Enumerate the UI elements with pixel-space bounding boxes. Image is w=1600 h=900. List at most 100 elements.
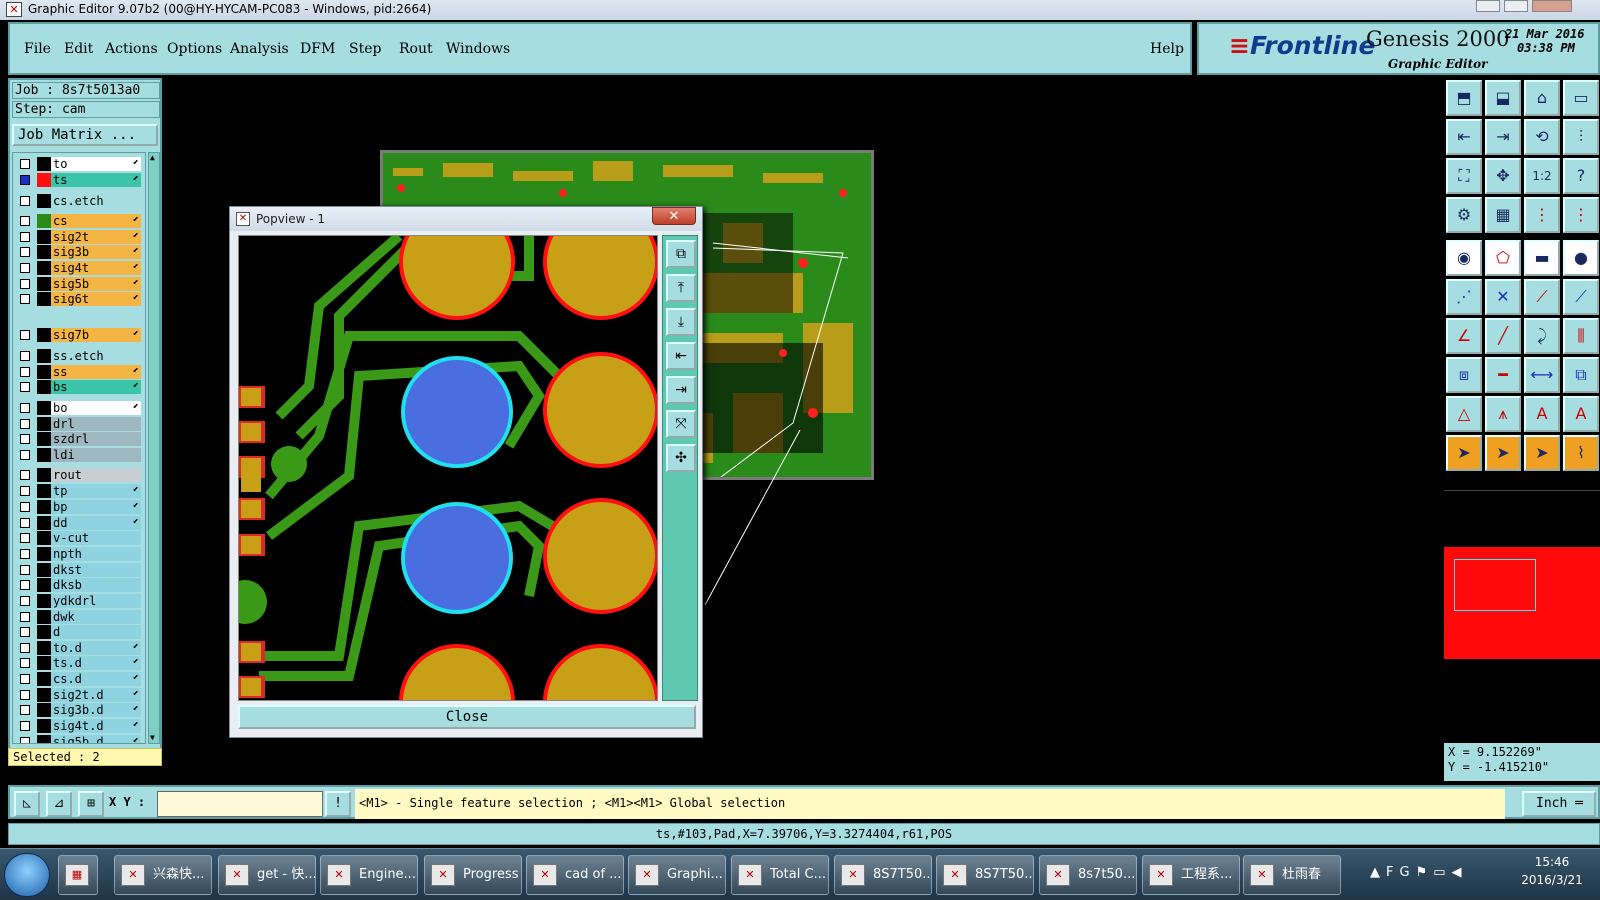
layer-name[interactable]: to.d: [51, 641, 141, 655]
tool-route-icon[interactable]: ⌇: [1563, 435, 1599, 471]
pan-up-icon[interactable]: ⤒: [666, 274, 696, 302]
layer-affected-icon[interactable]: [37, 292, 51, 306]
layer-name[interactable]: sig2t: [51, 230, 141, 244]
tool-pad-icon[interactable]: ◉: [1446, 240, 1482, 276]
tool-dot-icon[interactable]: ●: [1563, 240, 1599, 276]
layer-checkbox[interactable]: [20, 565, 30, 575]
tool-snap-icon[interactable]: ⫶: [1563, 119, 1599, 155]
menu-windows[interactable]: Windows: [446, 41, 510, 57]
layer-name[interactable]: dkst: [51, 563, 141, 577]
layer-checkbox[interactable]: [20, 674, 30, 684]
taskbar-item[interactable]: ✕ Progress: [424, 855, 522, 895]
layer-name[interactable]: cs: [51, 214, 141, 228]
tool-net2-icon[interactable]: ⋮: [1563, 197, 1599, 233]
layer-affected-icon[interactable]: [37, 547, 51, 561]
pan-left-icon[interactable]: ⇤: [666, 342, 696, 370]
xy-input[interactable]: [157, 791, 323, 817]
layer-name[interactable]: sig5b: [51, 277, 141, 291]
pan-right-icon[interactable]: ⇥: [666, 376, 696, 404]
layer-row[interactable]: ss ⬋: [13, 365, 143, 379]
tool-settings-icon[interactable]: ⚙: [1446, 197, 1482, 233]
layer-row[interactable]: d: [13, 625, 143, 639]
layer-checkbox[interactable]: [20, 382, 30, 392]
layer-row[interactable]: bs ⬋: [13, 380, 143, 394]
layer-name[interactable]: ldi: [51, 448, 141, 462]
layer-affected-icon[interactable]: [37, 261, 51, 275]
tray-flag-icon[interactable]: ⚑: [1416, 865, 1434, 880]
zoom-in-icon[interactable]: ⤧: [666, 410, 696, 438]
layer-affected-icon[interactable]: [37, 194, 51, 208]
layer-name[interactable]: sig4t.d: [51, 719, 141, 733]
layer-row[interactable]: v-cut: [13, 531, 143, 545]
alert-icon[interactable]: !: [325, 791, 351, 817]
layer-row[interactable]: ydkdrl: [13, 594, 143, 608]
tool-window-icon[interactable]: ▭: [1563, 80, 1599, 116]
layer-checkbox[interactable]: [20, 216, 30, 226]
layer-checkbox[interactable]: [20, 330, 30, 340]
layer-name[interactable]: sig6t: [51, 292, 141, 306]
angle-mode-icon[interactable]: ⊿: [46, 791, 72, 817]
layer-affected-icon[interactable]: [37, 563, 51, 577]
taskbar-item[interactable]: ✕ get - 快...: [218, 855, 316, 895]
layer-checkbox[interactable]: [20, 367, 30, 377]
layer-affected-icon[interactable]: [37, 328, 51, 342]
layer-checkbox[interactable]: [20, 580, 30, 590]
layer-row[interactable]: to.d ⬋: [13, 641, 143, 655]
tool-select2-icon[interactable]: ➤: [1485, 435, 1521, 471]
start-button[interactable]: [4, 853, 50, 897]
taskbar-item[interactable]: ✕ Graphi...: [628, 855, 726, 895]
layer-row[interactable]: sig3b.d ⬋: [13, 703, 143, 717]
layer-affected-icon[interactable]: [37, 594, 51, 608]
job-matrix-button[interactable]: Job Matrix ...: [12, 124, 158, 146]
layer-name[interactable]: dksb: [51, 578, 141, 592]
layer-row[interactable]: sig5b.d ⬋: [13, 735, 143, 743]
layer-checkbox[interactable]: [20, 419, 30, 429]
tool-cross-icon[interactable]: ✕: [1485, 279, 1521, 315]
layer-checkbox[interactable]: [20, 627, 30, 637]
layer-name[interactable]: to: [51, 157, 141, 171]
layer-checkbox[interactable]: [20, 450, 30, 460]
menu-analysis[interactable]: Analysis: [230, 41, 289, 57]
layer-affected-icon[interactable]: [37, 641, 51, 655]
taskbar-item[interactable]: ✕ 杜雨春: [1243, 855, 1341, 895]
layer-checkbox[interactable]: [20, 612, 30, 622]
tool-text-icon[interactable]: A: [1524, 396, 1560, 432]
layer-row[interactable]: drl: [13, 417, 143, 431]
popview-titlebar[interactable]: ✕ Popview - 1 ✕: [230, 207, 702, 231]
layer-affected-icon[interactable]: [37, 735, 51, 743]
layer-affected-icon[interactable]: [37, 401, 51, 415]
layer-row[interactable]: bp ⬋: [13, 500, 143, 514]
layer-checkbox[interactable]: [20, 643, 30, 653]
tool-net-icon[interactable]: ⋮: [1524, 197, 1560, 233]
layer-checkbox[interactable]: [20, 294, 30, 304]
tool-redraw-icon[interactable]: ⟲: [1524, 119, 1560, 155]
tool-arc-icon[interactable]: ⤸: [1524, 318, 1560, 354]
tray-browser-icon[interactable]: G: [1399, 865, 1415, 880]
layer-affected-icon[interactable]: [37, 380, 51, 394]
layer-name[interactable]: d: [51, 625, 141, 639]
layer-affected-icon[interactable]: [37, 500, 51, 514]
popview-close-button[interactable]: Close: [238, 705, 696, 729]
taskbar-item[interactable]: ✕ Engine...: [320, 855, 418, 895]
layer-affected-icon[interactable]: [37, 719, 51, 733]
scroll-down-icon[interactable]: ▼: [150, 734, 158, 742]
grid-mode-icon[interactable]: ⊞: [78, 791, 104, 817]
tool-fit-icon[interactable]: ⛶: [1446, 158, 1482, 194]
tray-volume-icon[interactable]: ◀: [1452, 865, 1468, 880]
tool-grid-icon[interactable]: ▦: [1485, 197, 1521, 233]
layer-row[interactable]: npth: [13, 547, 143, 561]
taskbar-item[interactable]: ✕ 8S7T50...: [936, 855, 1034, 895]
layer-checkbox[interactable]: [20, 279, 30, 289]
tool-select-icon[interactable]: ➤: [1446, 435, 1482, 471]
layer-name[interactable]: ss.etch: [51, 349, 141, 363]
layer-affected-icon[interactable]: [37, 688, 51, 702]
layer-checkbox[interactable]: [20, 533, 30, 543]
layer-affected-icon[interactable]: [37, 230, 51, 244]
layer-checkbox[interactable]: [20, 175, 30, 185]
tool-triangle-icon[interactable]: △: [1446, 396, 1482, 432]
layer-checkbox[interactable]: [20, 658, 30, 668]
menu-file[interactable]: File: [24, 41, 51, 57]
layer-name[interactable]: cs.etch: [51, 194, 141, 208]
layer-affected-icon[interactable]: [37, 214, 51, 228]
layer-affected-icon[interactable]: [37, 531, 51, 545]
